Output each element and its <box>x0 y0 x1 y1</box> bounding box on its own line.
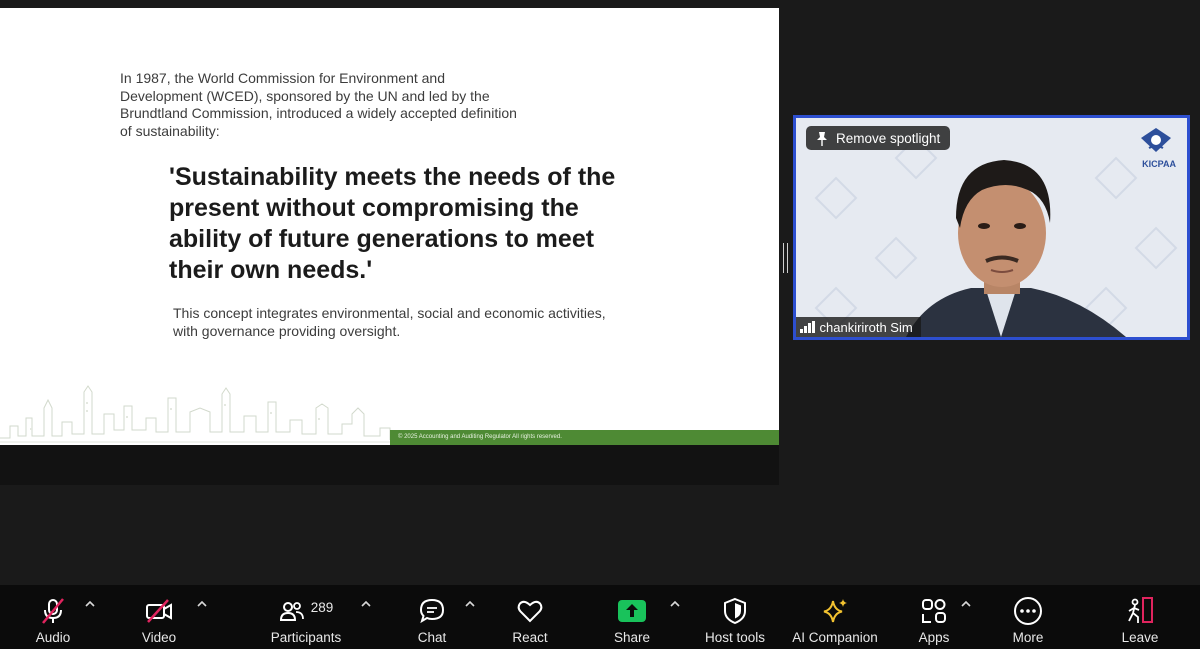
host-tools-button[interactable]: Host tools <box>700 585 770 649</box>
share-options-caret-icon[interactable] <box>669 599 681 609</box>
participant-count: 289 <box>310 599 334 615</box>
share-button[interactable]: Share <box>610 585 654 649</box>
remove-spotlight-label: Remove spotlight <box>836 130 941 146</box>
slide-quote: 'Sustainability meets the needs of the p… <box>169 163 616 284</box>
audio-label: Audio <box>35 630 71 645</box>
remove-spotlight-button[interactable]: Remove spotlight <box>806 126 951 150</box>
connection-signal-icon <box>800 321 815 333</box>
speaker-video-tile[interactable]: KICPAA Remove spotlight chankiriroth Sim <box>793 115 1190 340</box>
speaker-video-feed <box>796 118 1187 337</box>
more-dots-icon <box>1014 597 1042 625</box>
participant-name: chankiriroth Sim <box>819 319 913 335</box>
more-label: More <box>1012 630 1044 645</box>
more-button[interactable]: More <box>1006 585 1050 649</box>
react-label: React <box>512 630 548 645</box>
pin-icon <box>817 131 827 146</box>
sparkle-icon <box>823 599 847 623</box>
apps-options-caret-icon[interactable] <box>960 599 972 609</box>
microphone-muted-icon <box>42 598 64 624</box>
leave-door-icon <box>1128 597 1153 623</box>
meeting-toolbar: Audio Video 289 Participants Chat React … <box>0 585 1200 649</box>
apps-label: Apps <box>918 630 950 645</box>
host-tools-label: Host tools <box>704 630 766 645</box>
video-button[interactable]: Video <box>134 585 184 649</box>
apps-button[interactable]: Apps <box>912 585 956 649</box>
shared-screen: In 1987, the World Commission for Enviro… <box>0 8 779 485</box>
chat-options-caret-icon[interactable] <box>464 599 476 609</box>
camera-off-icon <box>146 599 172 623</box>
participants-options-caret-icon[interactable] <box>360 599 372 609</box>
participants-button[interactable]: 289 Participants <box>266 585 346 649</box>
split-resize-handle[interactable] <box>783 243 788 273</box>
chat-bubble-icon <box>419 598 445 624</box>
logo-text: KICPAA <box>1142 159 1176 169</box>
react-button[interactable]: React <box>508 585 552 649</box>
chat-label: Chat <box>417 630 447 645</box>
slide-concept-text: This concept integrates environmental, s… <box>173 305 606 339</box>
participants-label: Participants <box>270 630 342 645</box>
share-label: Share <box>613 630 651 645</box>
ai-companion-label: AI Companion <box>792 630 878 645</box>
city-skyline-graphic <box>0 385 400 443</box>
audio-button[interactable]: Audio <box>28 585 78 649</box>
chat-button[interactable]: Chat <box>410 585 454 649</box>
participant-name-tag: chankiriroth Sim <box>796 317 921 337</box>
meeting-stage: In 1987, the World Commission for Enviro… <box>0 0 1200 585</box>
shield-icon <box>724 597 746 625</box>
ai-companion-button[interactable]: AI Companion <box>786 585 884 649</box>
video-label: Video <box>141 630 177 645</box>
participants-icon <box>279 602 304 621</box>
leave-button[interactable]: Leave <box>1118 585 1162 649</box>
apps-grid-icon <box>922 599 946 623</box>
audio-options-caret-icon[interactable] <box>84 599 96 609</box>
presentation-slide: In 1987, the World Commission for Enviro… <box>0 8 779 445</box>
leave-label: Leave <box>1121 630 1159 645</box>
share-screen-icon <box>618 600 646 622</box>
slide-footer: © 2025 Accounting and Auditing Regulator… <box>390 430 779 445</box>
slide-intro-text: In 1987, the World Commission for Enviro… <box>120 70 517 139</box>
heart-icon <box>517 600 543 623</box>
video-options-caret-icon[interactable] <box>196 599 208 609</box>
